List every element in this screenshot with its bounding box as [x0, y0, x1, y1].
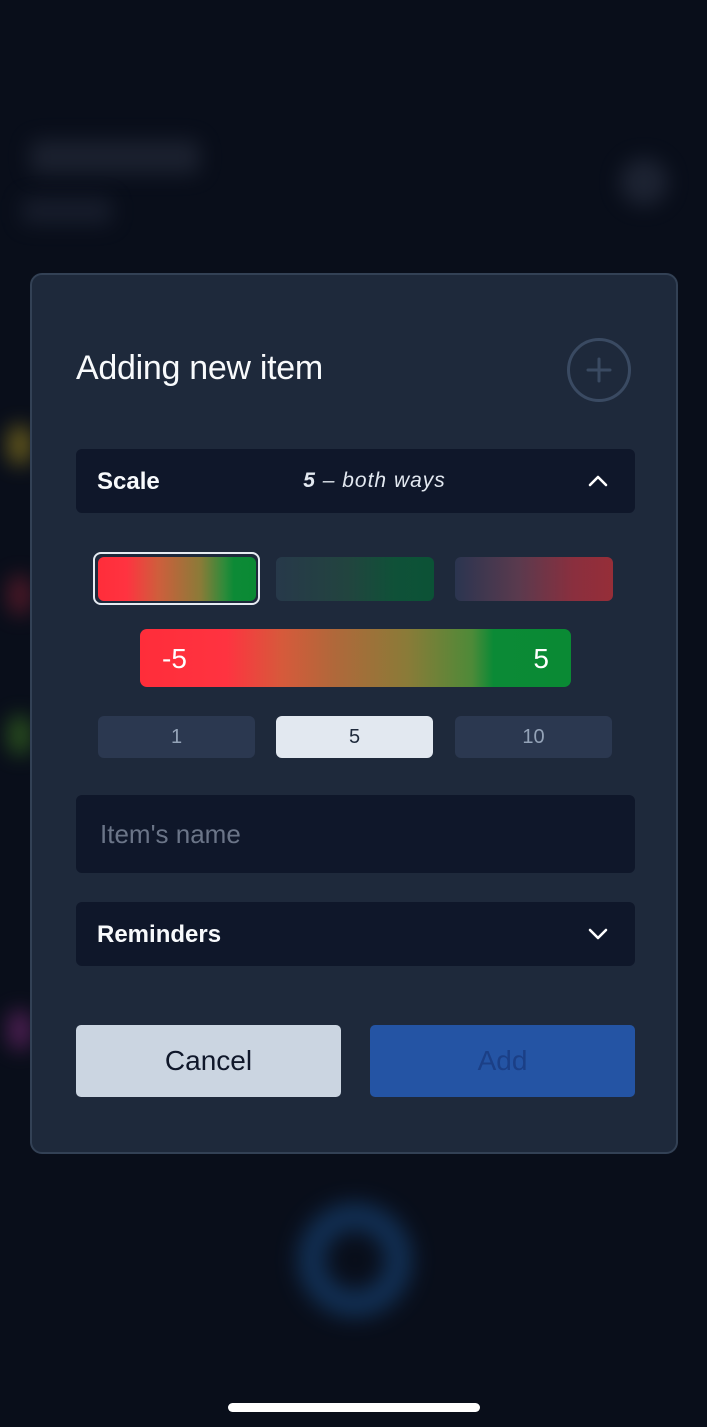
scale-accordion-header[interactable]: Scale 5 – both ways — [76, 449, 635, 513]
color-scheme-green[interactable] — [276, 557, 434, 601]
background-title — [30, 140, 200, 174]
add-item-dialog: Adding new item Scale 5 – both ways -5 5… — [30, 273, 678, 1154]
scale-option-10[interactable]: 10 — [455, 716, 612, 758]
color-scheme-red-green[interactable] — [98, 557, 256, 601]
chevron-up-icon — [588, 475, 608, 487]
color-scheme-red[interactable] — [455, 557, 613, 601]
range-max-value: 5 — [533, 643, 549, 674]
background-item-marker — [8, 1010, 32, 1050]
scale-option-5[interactable]: 5 — [276, 716, 433, 758]
dialog-title: Adding new item — [76, 349, 323, 387]
home-indicator — [228, 1403, 480, 1412]
scale-summary: 5 – both ways — [76, 469, 635, 493]
scale-summary-number: 5 — [303, 469, 316, 492]
background-subtitle — [22, 198, 112, 224]
scale-range-preview: -5 5 — [140, 629, 571, 687]
background-item-marker — [8, 575, 32, 615]
background-button — [620, 158, 668, 206]
background-loader-icon — [300, 1205, 410, 1315]
item-name-input[interactable] — [76, 795, 635, 873]
scale-option-1[interactable]: 1 — [98, 716, 255, 758]
add-button[interactable]: Add — [370, 1025, 635, 1097]
scale-summary-text: – both ways — [315, 469, 446, 492]
cancel-button[interactable]: Cancel — [76, 1025, 341, 1097]
reminders-accordion-header[interactable]: Reminders — [76, 902, 635, 966]
background-item-marker — [8, 715, 32, 755]
add-icon-button[interactable] — [567, 338, 631, 402]
background-item-marker — [8, 425, 32, 465]
plus-icon — [586, 357, 612, 383]
chevron-down-icon — [588, 928, 608, 940]
reminders-label: Reminders — [97, 921, 222, 948]
range-min-value: -5 — [162, 643, 187, 674]
